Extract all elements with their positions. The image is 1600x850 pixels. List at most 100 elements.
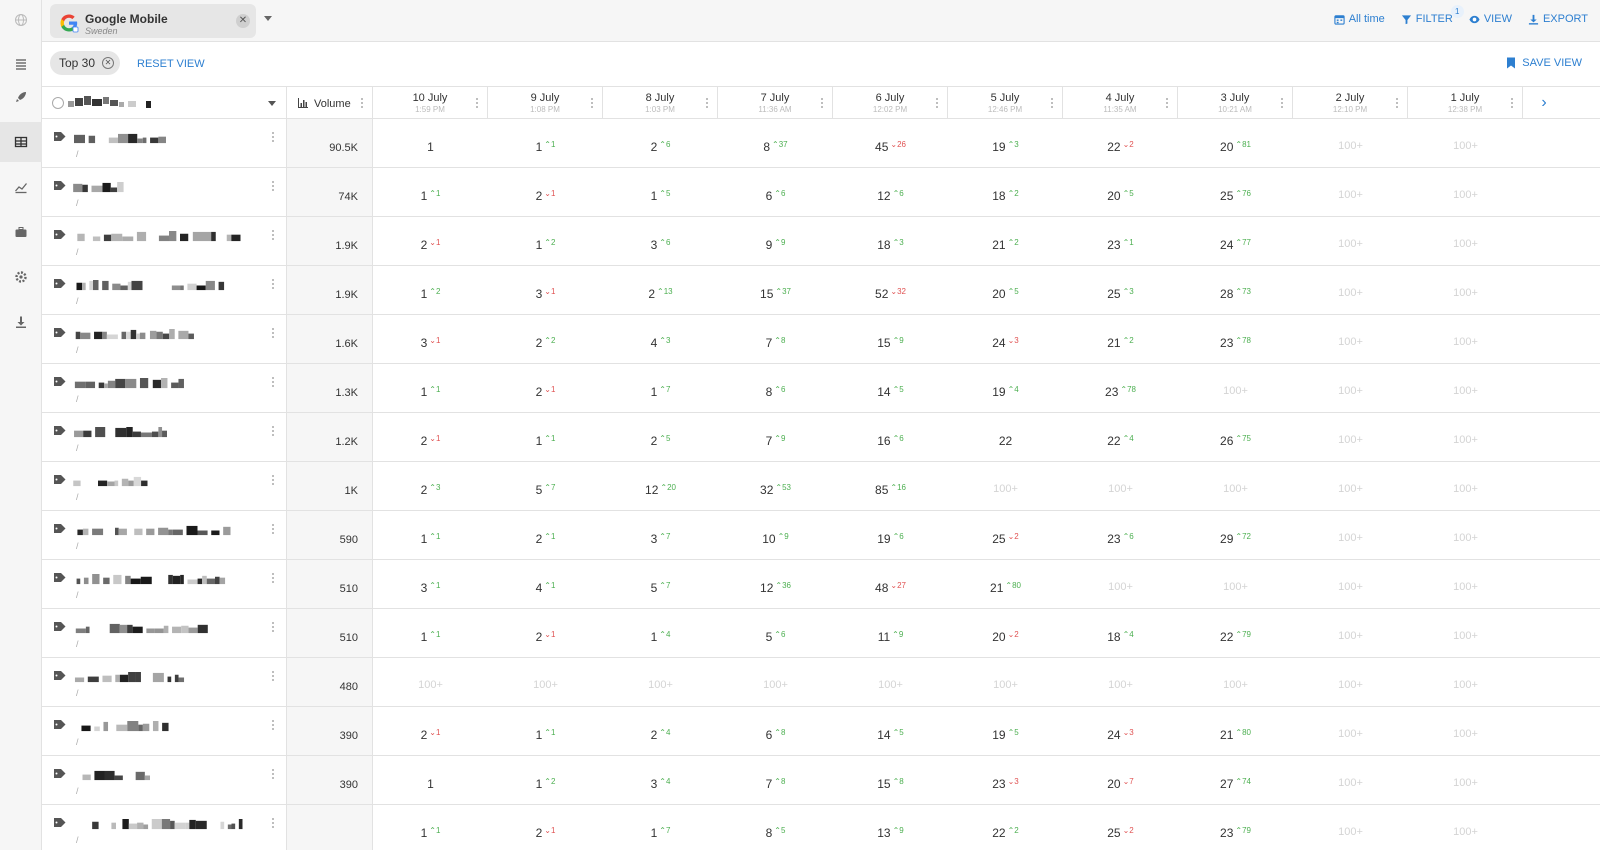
rank-cell[interactable]: 2 ⌃13: [603, 266, 718, 314]
rank-cell[interactable]: 14 ⌃5: [833, 364, 948, 412]
chevron-right-icon[interactable]: ›: [1534, 87, 1554, 119]
table-row[interactable]: /510 1 ⌃1 2 ⌄1 1 ⌃4 5 ⌃6 11 ⌃9 20 ⌄2 18 ⌃4 22 ⌃79 100+ 100…: [42, 609, 1600, 658]
rank-cell[interactable]: 8 ⌃6: [718, 364, 833, 412]
more-options-icon[interactable]: [272, 622, 275, 633]
rank-cell[interactable]: 100+: [1293, 707, 1408, 755]
rank-cell[interactable]: 3 ⌃6: [603, 217, 718, 265]
more-options-icon[interactable]: [272, 671, 275, 682]
rank-cell[interactable]: 15 ⌃8: [833, 756, 948, 804]
rank-cell[interactable]: 3 ⌄1: [488, 266, 603, 314]
rank-cell[interactable]: 4 ⌃1: [488, 560, 603, 608]
more-options-icon[interactable]: [706, 98, 709, 109]
gear-icon[interactable]: [0, 257, 42, 297]
export-button[interactable]: EXPORT: [1528, 13, 1588, 25]
rank-cell[interactable]: 48 ⌄27: [833, 560, 948, 608]
rank-cell[interactable]: 24 ⌃77: [1178, 217, 1293, 265]
rank-cell[interactable]: 24 ⌄3: [948, 315, 1063, 363]
rank-cell[interactable]: 100+: [1063, 658, 1178, 706]
rank-cell[interactable]: 9 ⌃9: [718, 217, 833, 265]
rank-cell[interactable]: 100+: [1293, 462, 1408, 510]
rank-cell[interactable]: 5 ⌃7: [603, 560, 718, 608]
more-options-icon[interactable]: [272, 328, 275, 339]
rank-cell[interactable]: 100+: [1063, 462, 1178, 510]
rank-cell[interactable]: 5 ⌃7: [488, 462, 603, 510]
keyword-cell[interactable]: /: [42, 364, 287, 412]
rank-cell[interactable]: 100+: [1293, 756, 1408, 804]
rank-cell[interactable]: 20 ⌄7: [1063, 756, 1178, 804]
rank-cell[interactable]: 25 ⌄2: [1063, 805, 1178, 850]
rank-cell[interactable]: 3 ⌃7: [603, 511, 718, 559]
rank-cell[interactable]: 2 ⌄1: [488, 609, 603, 657]
more-options-icon[interactable]: [1511, 98, 1514, 109]
more-options-icon[interactable]: [272, 181, 275, 192]
rank-cell[interactable]: 7 ⌃9: [718, 413, 833, 461]
rank-cell[interactable]: 12 ⌃36: [718, 560, 833, 608]
table-row[interactable]: /390 2 ⌄1 1 ⌃1 2 ⌃4 6 ⌃8 14 ⌃5 19 ⌃5 24 ⌄3 21 ⌃80 100+ 100…: [42, 707, 1600, 756]
keyword-cell[interactable]: /: [42, 462, 287, 510]
rank-cell[interactable]: 21 ⌃2: [948, 217, 1063, 265]
rank-cell[interactable]: 1 ⌃2: [488, 756, 603, 804]
rank-cell[interactable]: 2 ⌄1: [373, 707, 488, 755]
rank-cell[interactable]: 19 ⌃3: [948, 119, 1063, 167]
rank-cell[interactable]: 1 ⌃1: [373, 609, 488, 657]
rank-cell[interactable]: 100+: [1408, 217, 1523, 265]
reset-view-button[interactable]: RESET VIEW: [137, 58, 205, 70]
save-view-button[interactable]: SAVE VIEW: [1506, 57, 1582, 69]
more-options-icon[interactable]: [272, 573, 275, 584]
rank-cell[interactable]: 2 ⌃1: [488, 511, 603, 559]
rank-cell[interactable]: 7 ⌃8: [718, 756, 833, 804]
rank-cell[interactable]: 2 ⌄1: [373, 217, 488, 265]
rank-cell[interactable]: 4 ⌃3: [603, 315, 718, 363]
rank-cell[interactable]: 12 ⌃20: [603, 462, 718, 510]
rank-cell[interactable]: 2 ⌃3: [373, 462, 488, 510]
rank-cell[interactable]: 14 ⌃5: [833, 707, 948, 755]
rank-cell[interactable]: 100+: [373, 658, 488, 706]
rank-cell[interactable]: 100+: [1293, 217, 1408, 265]
rank-cell[interactable]: 25 ⌄2: [948, 511, 1063, 559]
keyword-cell[interactable]: /: [42, 658, 287, 706]
rank-cell[interactable]: 21 ⌃80: [948, 560, 1063, 608]
rank-cell[interactable]: 2 ⌄1: [488, 364, 603, 412]
rank-cell[interactable]: 22 ⌃2: [948, 805, 1063, 850]
keyword-cell[interactable]: /: [42, 168, 287, 216]
rank-cell[interactable]: 100+: [1408, 266, 1523, 314]
rank-cell[interactable]: 100+: [1178, 560, 1293, 608]
rank-cell[interactable]: 7 ⌃8: [718, 315, 833, 363]
rank-cell[interactable]: 21 ⌃80: [1178, 707, 1293, 755]
table-row[interactable]: /1.2K 2 ⌄1 1 ⌃1 2 ⌃5 7 ⌃9 16 ⌃6 22 22 ⌃4 26 ⌃75 100+ 100+: [42, 413, 1600, 462]
rank-cell[interactable]: 23 ⌃6: [1063, 511, 1178, 559]
rank-cell[interactable]: 100+: [1293, 266, 1408, 314]
rank-cell[interactable]: 2 ⌃4: [603, 707, 718, 755]
rank-cell[interactable]: 1 ⌃7: [603, 364, 718, 412]
rank-cell[interactable]: 6 ⌃6: [718, 168, 833, 216]
keyword-cell[interactable]: /: [42, 266, 287, 314]
keyword-column-header[interactable]: [42, 87, 287, 119]
table-row[interactable]: /90.5K 1 1 ⌃1 2 ⌃6 8 ⌃37 45 ⌄26 19 ⌃3 22 ⌄2 20 ⌃81 100+ 1…: [42, 119, 1600, 168]
rank-cell[interactable]: 2 ⌃6: [603, 119, 718, 167]
rank-cell[interactable]: 1: [373, 119, 488, 167]
table-row[interactable]: /510 3 ⌃1 4 ⌃1 5 ⌃7 12 ⌃36 48 ⌄27 21 ⌃80 100+ 100+ 100+…: [42, 560, 1600, 609]
rank-cell[interactable]: 18 ⌃2: [948, 168, 1063, 216]
rank-cell[interactable]: 20 ⌃5: [1063, 168, 1178, 216]
date-column-header[interactable]: 5 July 12:46 PM: [948, 87, 1063, 119]
table-view-icon[interactable]: [0, 122, 42, 162]
rank-cell[interactable]: 100+: [718, 658, 833, 706]
rank-cell[interactable]: 28 ⌃73: [1178, 266, 1293, 314]
date-column-header[interactable]: 8 July 1:03 PM: [603, 87, 718, 119]
keyword-cell[interactable]: /: [42, 217, 287, 265]
keyword-cell[interactable]: /: [42, 707, 287, 755]
rank-cell[interactable]: 100+: [1178, 364, 1293, 412]
chevron-down-icon[interactable]: [268, 101, 276, 106]
rank-cell[interactable]: 3 ⌃1: [373, 560, 488, 608]
more-options-icon[interactable]: [1281, 98, 1284, 109]
rank-cell[interactable]: 1 ⌃1: [373, 364, 488, 412]
more-options-icon[interactable]: [1396, 98, 1399, 109]
rank-cell[interactable]: 2 ⌄1: [373, 413, 488, 461]
rank-cell[interactable]: 45 ⌄26: [833, 119, 948, 167]
rank-cell[interactable]: 19 ⌃4: [948, 364, 1063, 412]
rank-cell[interactable]: 100+: [1293, 658, 1408, 706]
rank-cell[interactable]: 100+: [1178, 462, 1293, 510]
more-options-icon[interactable]: [272, 279, 275, 290]
keyword-cell[interactable]: /: [42, 756, 287, 804]
more-options-icon[interactable]: [476, 98, 479, 109]
